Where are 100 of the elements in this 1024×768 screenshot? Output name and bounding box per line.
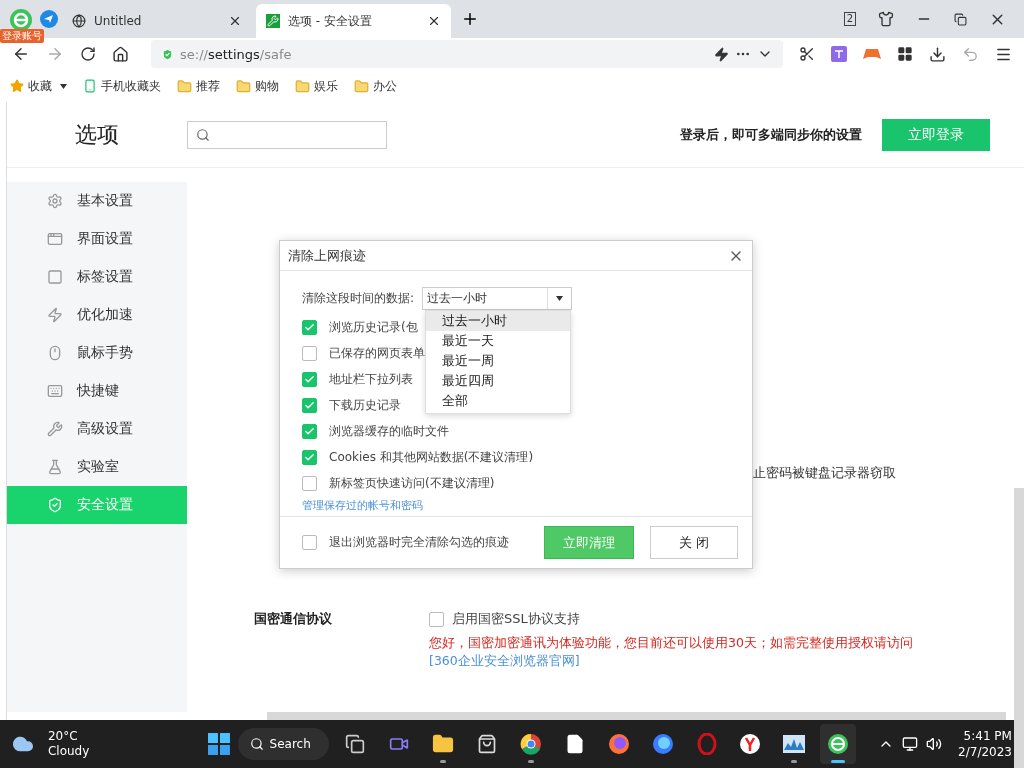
volume-icon[interactable] bbox=[926, 736, 943, 752]
search-field[interactable] bbox=[187, 120, 387, 149]
ring-logo-icon[interactable] bbox=[695, 733, 718, 755]
sidebar-item[interactable]: 高级设置 bbox=[7, 410, 187, 448]
windows-icon[interactable] bbox=[345, 734, 366, 754]
clock-time[interactable]: 5:41 PM bbox=[963, 728, 1012, 744]
range-label: 清除这段时间的数据: bbox=[302, 290, 415, 307]
login-prompt: 登录后，即可多端同步你的设置 bbox=[680, 125, 862, 144]
back-icon[interactable] bbox=[12, 45, 30, 63]
fox-logo-icon[interactable] bbox=[607, 733, 630, 755]
checkbox-label: 浏览器缓存的临时文件 bbox=[329, 422, 449, 440]
url-text: se://settings/safe bbox=[180, 46, 293, 62]
network-icon[interactable] bbox=[902, 736, 919, 752]
sidebar-item[interactable]: 快捷键 bbox=[7, 372, 187, 410]
checkbox[interactable] bbox=[302, 319, 317, 335]
wrench-icon bbox=[47, 421, 63, 437]
checkbox[interactable] bbox=[302, 371, 317, 387]
dialog-title: 清除上网痕迹 bbox=[288, 246, 367, 265]
close-icon[interactable] bbox=[228, 14, 242, 28]
shirt-icon[interactable] bbox=[878, 11, 894, 27]
checkbox[interactable] bbox=[302, 535, 317, 550]
circle-logo-icon[interactable] bbox=[519, 733, 542, 755]
website-link[interactable]: [360企业安全浏览器官网] bbox=[429, 653, 580, 668]
checkbox-label: Cookies 和其他网站数据(不建议清理) bbox=[329, 448, 534, 466]
scissors-icon[interactable] bbox=[799, 46, 815, 62]
dropdown-option[interactable]: 全部 bbox=[426, 391, 571, 411]
folder-icon[interactable] bbox=[432, 733, 455, 755]
sidebar-item[interactable]: 鼠标手势 bbox=[7, 334, 187, 372]
check-icon bbox=[304, 321, 315, 333]
reload-icon[interactable] bbox=[80, 46, 96, 62]
close-icon[interactable] bbox=[427, 14, 441, 28]
check-icon bbox=[304, 399, 315, 411]
weather-condition: Cloudy bbox=[47, 744, 91, 759]
caret-icon[interactable] bbox=[60, 83, 67, 89]
sidebar-item[interactable]: 界面设置 bbox=[7, 220, 187, 258]
home-icon[interactable] bbox=[112, 45, 129, 63]
search-icon bbox=[249, 737, 264, 751]
tab-icon bbox=[47, 269, 63, 285]
scrollbar[interactable] bbox=[1014, 488, 1024, 768]
bookmark-item[interactable]: 办公 bbox=[354, 77, 397, 95]
checkbox-label: 地址栏下拉列表 bbox=[329, 370, 413, 388]
caret-icon bbox=[556, 296, 564, 301]
e-logo-icon[interactable] bbox=[827, 733, 850, 755]
bookmark-item[interactable]: 购物 bbox=[236, 77, 279, 95]
dropdown-option[interactable]: 最近四周 bbox=[426, 371, 571, 391]
page-title: 选项 bbox=[74, 120, 120, 149]
sidebar-item[interactable]: 优化加速 bbox=[7, 296, 187, 334]
search-icon bbox=[196, 127, 210, 142]
dropdown-option[interactable]: 最近一天 bbox=[426, 331, 571, 351]
dropdown-option[interactable]: 过去一小时 bbox=[426, 311, 571, 331]
bag-icon[interactable] bbox=[477, 734, 497, 754]
shield-icon bbox=[161, 47, 174, 61]
address-bar[interactable]: se://settings/safe bbox=[151, 40, 783, 68]
folder-icon bbox=[354, 78, 369, 94]
bookmark-item[interactable]: 收藏 bbox=[10, 77, 52, 95]
checkbox[interactable] bbox=[302, 345, 317, 361]
checkbox[interactable] bbox=[302, 449, 317, 465]
globe-logo-icon[interactable] bbox=[651, 733, 674, 755]
star-icon bbox=[10, 79, 24, 93]
check-icon bbox=[304, 425, 315, 437]
manage-link[interactable]: 管理保存过的帐号和密码 bbox=[302, 498, 730, 513]
bolt-icon[interactable] bbox=[714, 46, 729, 62]
bolt-icon bbox=[47, 307, 63, 323]
paper-plane-icon[interactable] bbox=[40, 10, 58, 28]
bookmark-item[interactable]: 娱乐 bbox=[295, 77, 338, 95]
sidebar-item[interactable]: 标签设置 bbox=[7, 258, 187, 296]
checkbox-label: 已保存的网页表单 bbox=[329, 344, 425, 362]
new-tab-icon[interactable] bbox=[461, 10, 479, 28]
translate-icon[interactable] bbox=[831, 46, 847, 62]
check-icon bbox=[304, 373, 315, 385]
checkbox-label: 退出浏览器时完全清除勾选的痕迹 bbox=[329, 534, 510, 551]
y-logo-icon[interactable] bbox=[739, 733, 762, 755]
checkbox-label: 下载历史记录 bbox=[329, 396, 401, 414]
checkbox-label: 启用国密SSL协议支持 bbox=[452, 610, 580, 628]
restore-icon[interactable] bbox=[954, 12, 967, 26]
grid-icon[interactable] bbox=[897, 46, 913, 62]
close-button[interactable]: 关 闭 bbox=[650, 526, 738, 559]
checkbox[interactable] bbox=[302, 423, 317, 439]
check-icon bbox=[304, 451, 315, 463]
checkbox[interactable] bbox=[429, 611, 444, 627]
folder-icon bbox=[295, 78, 310, 94]
sidebar-item[interactable]: 基本设置 bbox=[7, 182, 187, 220]
bookmark-item[interactable]: 手机收藏夹 bbox=[83, 77, 161, 95]
taskbar-button[interactable] bbox=[820, 724, 857, 764]
bookmark-item[interactable]: 推荐 bbox=[177, 77, 220, 95]
chart-window-icon[interactable] bbox=[782, 734, 807, 754]
checkbox-label: 新标签页快速访问(不建议清理) bbox=[329, 474, 495, 492]
checkbox[interactable] bbox=[302, 397, 317, 413]
dropdown-option[interactable]: 最近一周 bbox=[426, 351, 571, 371]
sidebar-item[interactable]: 实验室 bbox=[7, 448, 187, 486]
clock-date[interactable]: 2/7/2023 bbox=[958, 744, 1012, 760]
download-icon[interactable] bbox=[929, 45, 946, 63]
browser-tab[interactable]: 选项 - 安全设置 bbox=[256, 4, 451, 38]
search-button[interactable]: Search bbox=[237, 728, 330, 760]
start-icon[interactable] bbox=[207, 733, 230, 755]
scrollbar[interactable] bbox=[267, 712, 1006, 720]
browser-tab[interactable]: Untitled bbox=[62, 4, 252, 38]
flask-icon bbox=[47, 459, 63, 475]
tab-count[interactable]: 2 bbox=[843, 12, 856, 26]
checkbox[interactable] bbox=[302, 475, 317, 491]
